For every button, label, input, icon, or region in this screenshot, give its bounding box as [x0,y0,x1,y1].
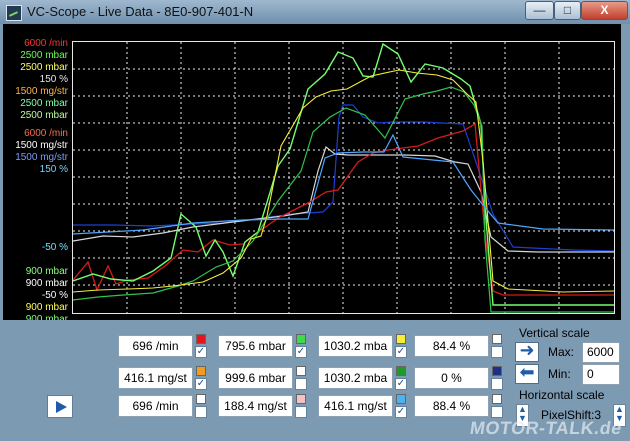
readout-value: 416.1 mg/st [118,367,193,389]
readout-value: 795.6 mbar [218,335,293,357]
scope-axis-label: -50 % [41,290,68,301]
readout-value: 88.4 % [414,395,489,417]
trace-visibility-checkbox[interactable] [491,406,503,418]
scope-axis-label: 2500 mbar [20,50,68,61]
min-label: Min: [548,367,571,381]
trace-visibility-checkbox[interactable]: ✓ [195,378,207,390]
trace-visibility-checkbox[interactable]: ✓ [195,346,207,358]
readout-value: 0 % [414,367,489,389]
trace-visibility-checkbox[interactable]: ✓ [395,346,407,358]
scope-axis-label: 900 mbar [25,278,68,289]
trace-color-swatch[interactable] [296,394,306,404]
trace-color-swatch[interactable] [396,394,406,404]
trace-visibility-checkbox[interactable] [491,346,503,358]
trace-color-swatch[interactable] [492,334,502,344]
scope-axis-label: -50 % [41,242,68,253]
scope-axis-label: 2500 mbar [20,110,68,121]
scope-axis-label: 150 % [39,164,68,175]
trace-color-swatch[interactable] [396,366,406,376]
readout-value: 999.6 mbar [218,367,293,389]
scope-axis-label: 900 mbar [25,266,68,277]
window-title: VC-Scope - Live Data - 8E0-907-401-N [27,4,254,19]
trace-color-swatch[interactable] [396,334,406,344]
trace-color-swatch[interactable] [296,366,306,376]
readout-value: 416.1 mg/st [318,395,393,417]
scope-axis-label: 1500 mg/str [15,140,68,151]
readout-value: 188.4 mg/st [218,395,293,417]
scope-axis-label: 2500 mbar [20,62,68,73]
trace-color-swatch[interactable] [196,394,206,404]
min-input[interactable]: 0 [582,364,620,385]
max-input[interactable]: 6000 [582,342,620,363]
trace-color-swatch[interactable] [196,334,206,344]
scope-axis-label: 6000 /min [24,38,68,49]
readout-value: 1030.2 mba [318,367,393,389]
trace-color-swatch[interactable] [296,334,306,344]
scope-axis-label: 900 mbar [25,314,68,320]
scope-axis-label: 1500 mg/str [15,152,68,163]
readout-value: 696 /min [118,335,193,357]
vertical-scale-title: Vertical scale [519,326,590,340]
play-icon[interactable] [47,395,73,418]
scope-axis-label: 1500 mg/str [15,86,68,97]
trace-color-swatch[interactable] [492,394,502,404]
trace-visibility-checkbox[interactable] [195,406,207,418]
scope-axis-label: 6000 /min [24,128,68,139]
trace-visibility-checkbox[interactable] [295,378,307,390]
scope-axis-label: 900 mbar [25,302,68,313]
trace-visibility-checkbox[interactable] [491,378,503,390]
readout-value: 1030.2 mba [318,335,393,357]
trace-visibility-checkbox[interactable]: ✓ [295,346,307,358]
vc-scope-window: VC-Scope - Live Data - 8E0-907-401-N — □… [0,0,630,441]
left-arrow-icon[interactable]: ⬅ [515,363,539,384]
trace-color-swatch[interactable] [492,366,502,376]
horizontal-scale-title: Horizontal scale [519,388,605,402]
live-data-scope: 6000 /min 2500 mbar 2500 mbar 150 % 1500 mg/… [3,24,621,320]
close-button[interactable]: X [581,1,628,20]
trace-visibility-checkbox[interactable] [295,406,307,418]
minimize-button[interactable]: — [525,1,554,20]
trace-visibility-checkbox[interactable]: ✓ [395,406,407,418]
max-label: Max: [548,345,575,359]
grid-lines [73,42,614,313]
readout-value: 84.4 % [414,335,489,357]
readout-value: 696 /min [118,395,193,417]
scope-traces [72,42,615,313]
scope-plot-area [72,41,615,314]
right-arrow-icon[interactable]: ➜ [515,341,539,362]
motor-talk-watermark: MOTOR-TALK.de [468,418,624,438]
title-bar: VC-Scope - Live Data - 8E0-907-401-N — □… [0,0,630,24]
scope-axis-label: 2500 mbar [20,98,68,109]
trace-color-swatch[interactable] [196,366,206,376]
scope-axis-label: 150 % [39,74,68,85]
scope-app-icon [6,5,22,21]
maximize-button[interactable]: □ [554,1,581,20]
trace-visibility-checkbox[interactable]: ✓ [395,378,407,390]
